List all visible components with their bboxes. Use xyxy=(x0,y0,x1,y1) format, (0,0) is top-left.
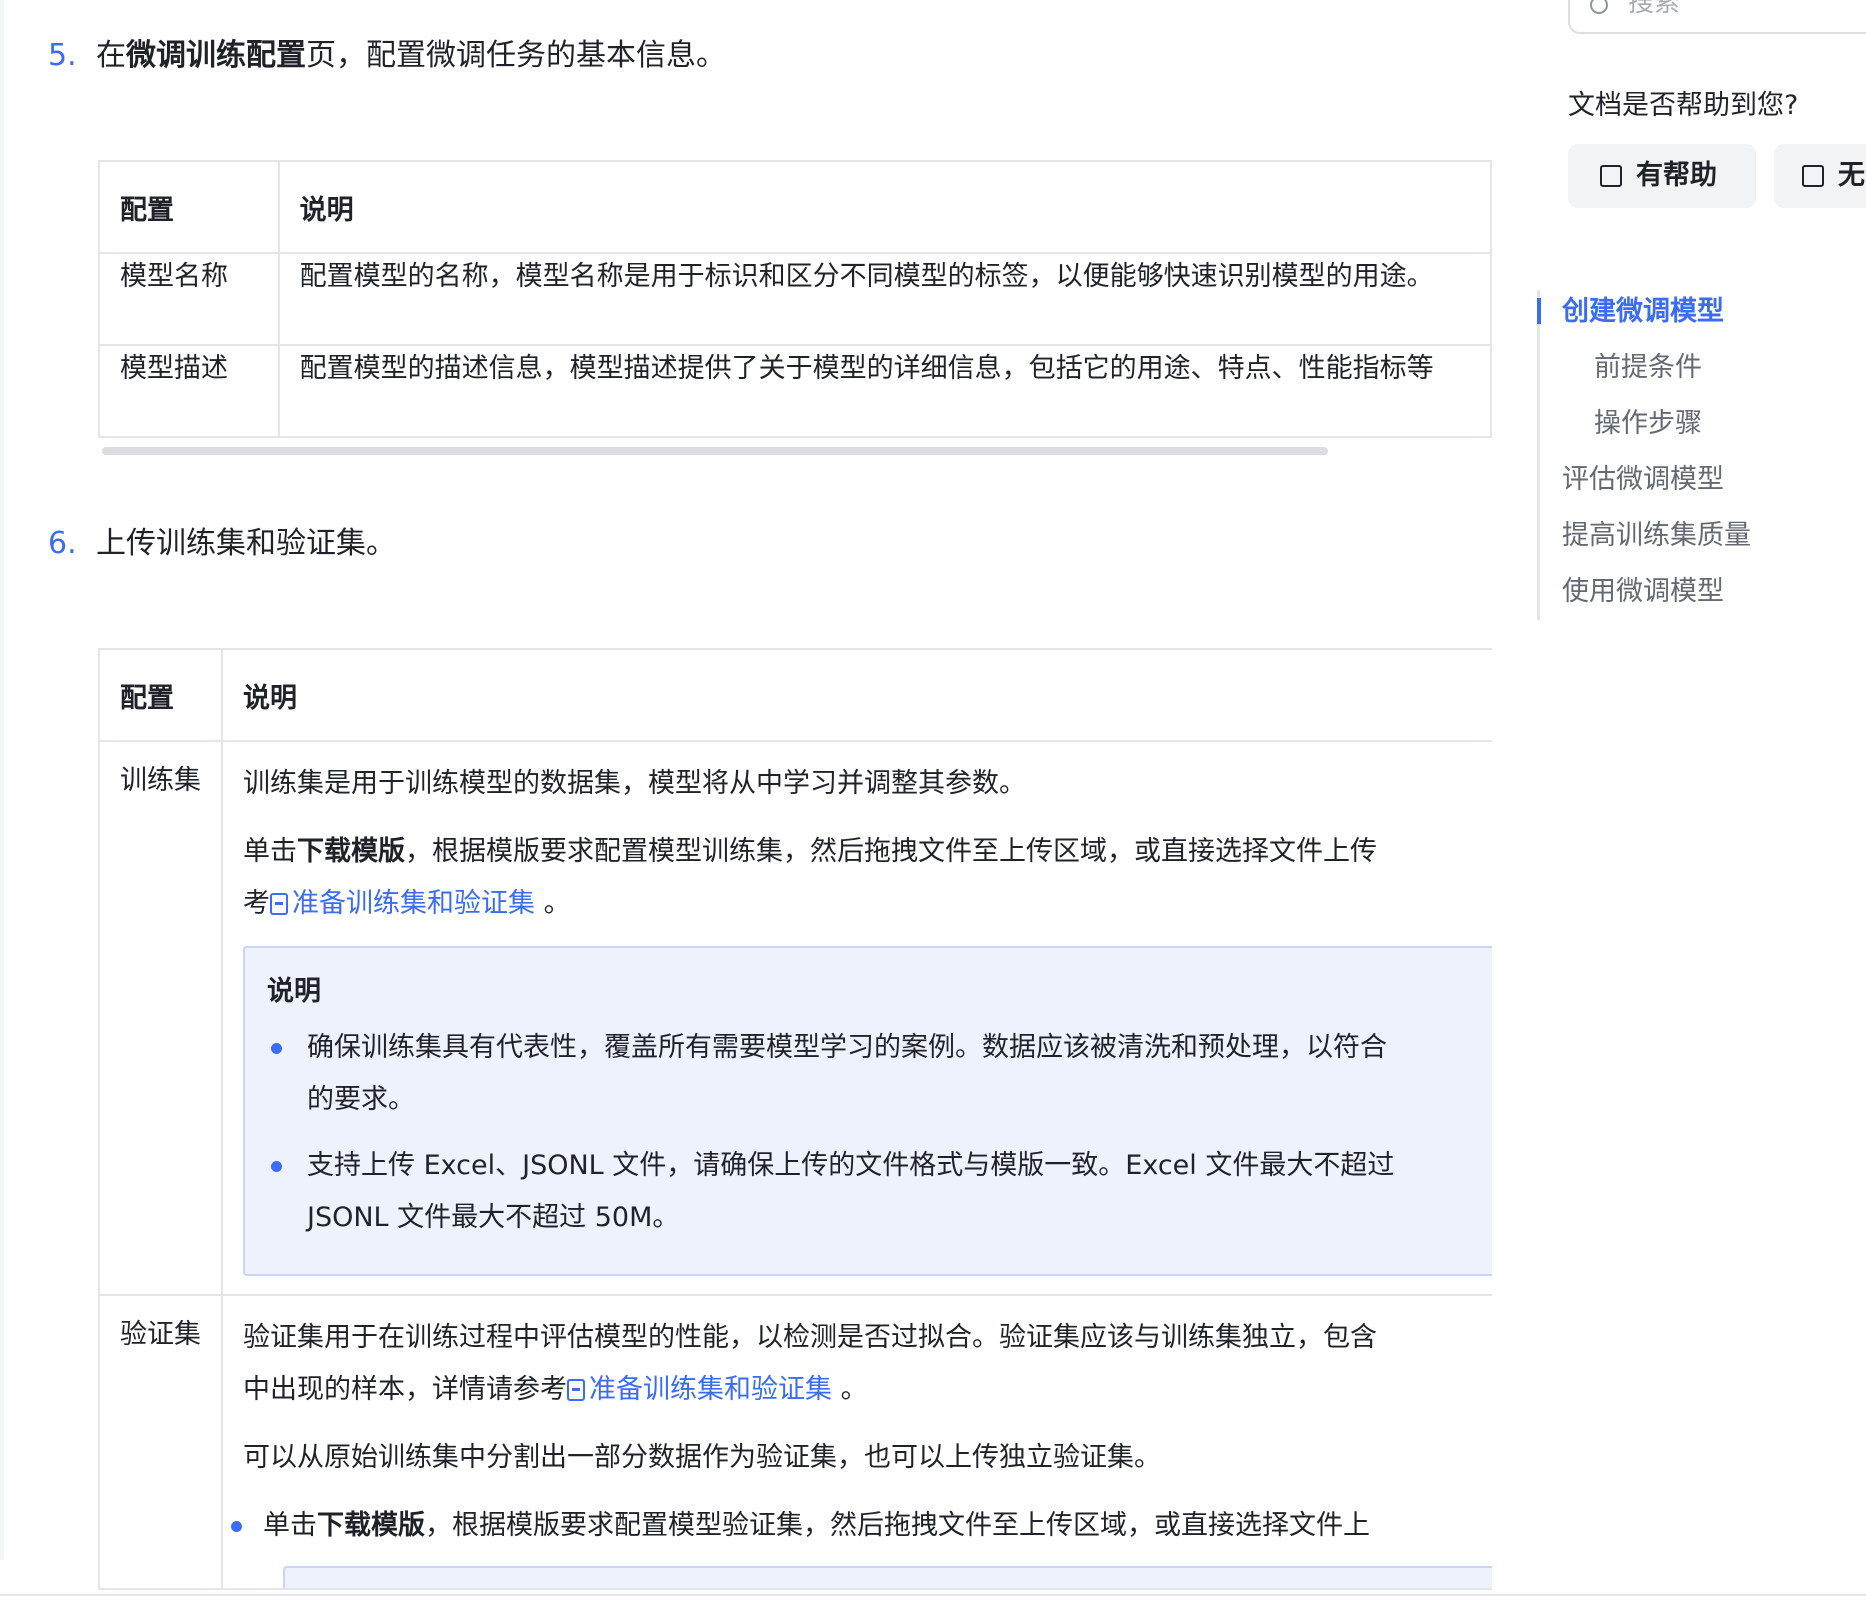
train-desc-2: 单击下载模版，根据模版要求配置模型训练集，然后拖拽文件至上传区域，或直接选择文件… xyxy=(243,836,1377,867)
table-horizontal-scrollbar[interactable] xyxy=(102,447,1328,455)
step-text: 上传训练集和验证集。 xyxy=(96,526,396,561)
toc-item-steps[interactable]: 操作步骤 xyxy=(1594,406,1702,442)
table-row: 模型描述 配置模型的描述信息，模型描述提供了关于模型的详细信息，包括它的用途、特… xyxy=(98,344,1492,438)
content-left-border xyxy=(0,0,4,1560)
step-number: 6. xyxy=(48,526,77,561)
table-header-row: 配置 说明 xyxy=(98,648,1492,742)
list-item: 支持上传 Excel、JSONL 文件，请确保上传的文件格式与模版一致。Exce… xyxy=(267,1140,1492,1244)
prepare-dataset-link[interactable]: 准备训练集和验证集 xyxy=(270,888,535,919)
step-6: 6. 上传训练集和验证集。 xyxy=(48,524,396,564)
dataset-config-table: 配置 说明 训练集 训练集是用于训练模型的数据集，模型将从中学习并调整其参数。 … xyxy=(98,648,1492,1590)
toc-item-use-model[interactable]: 使用微调模型 xyxy=(1562,574,1724,610)
search-placeholder: 搜索 xyxy=(1628,0,1681,18)
table-row-train: 训练集 训练集是用于训练模型的数据集，模型将从中学习并调整其参数。 单击下载模版… xyxy=(98,740,1492,1296)
doc-content: 5. 在微调训练配置页，配置微调任务的基本信息。 配置 说明 模型名称 配置模型的… xyxy=(0,0,1492,1595)
document-icon xyxy=(270,893,288,915)
table-row: 模型名称 配置模型的名称，模型名称是用于标识和区分不同模型的标签，以便能够快速识… xyxy=(98,252,1492,346)
config-desc: 验证集用于在训练过程中评估模型的性能，以检测是否过拟合。验证集应该与训练集独立，… xyxy=(221,1294,1492,1590)
val-desc-2: 可以从原始训练集中分割出一部分数据作为验证集，也可以上传独立验证集。 xyxy=(243,1442,1161,1473)
config-name: 训练集 xyxy=(98,740,223,1296)
note-title: 说明 xyxy=(267,976,321,1007)
header-config: 配置 xyxy=(98,160,280,254)
thumbs-up-icon xyxy=(1600,165,1622,187)
config-desc: 配置模型的名称，模型名称是用于标识和区分不同模型的标签，以便能够快速识别模型的用… xyxy=(277,252,1492,346)
bottom-divider xyxy=(0,1594,1866,1596)
val-desc-1: 验证集用于在训练过程中评估模型的性能，以检测是否过拟合。验证集应该与训练集独立，… xyxy=(243,1322,1377,1405)
unhelpful-button[interactable]: 无帮助 xyxy=(1774,144,1866,208)
list-item: 单击下载模版，根据模版要求配置模型验证集，然后拖拽文件至上传区域，或直接选择文件… xyxy=(224,1500,1492,1552)
document-icon xyxy=(567,1379,585,1401)
config-name: 模型名称 xyxy=(98,252,280,346)
config-name: 模型描述 xyxy=(98,344,280,438)
thumbs-down-icon xyxy=(1802,165,1824,187)
note-box: 说明 确保训练集具有代表性，覆盖所有需要模型学习的案例。数据应该被清洗和预处理，… xyxy=(243,946,1492,1276)
config-desc: 训练集是用于训练模型的数据集，模型将从中学习并调整其参数。 单击下载模版，根据模… xyxy=(221,740,1492,1296)
bullet-dot xyxy=(231,1521,242,1532)
prepare-dataset-link[interactable]: 准备训练集和验证集 xyxy=(567,1374,832,1405)
header-desc: 说明 xyxy=(277,160,1492,254)
table-header-row: 配置 说明 xyxy=(98,160,1492,254)
list-item: 确保训练集具有代表性，覆盖所有需要模型学习的案例。数据应该被清洗和预处理，以符合… xyxy=(267,1022,1492,1126)
search-icon xyxy=(1590,0,1608,14)
search-input[interactable]: 搜索 xyxy=(1568,0,1866,34)
config-name: 验证集 xyxy=(98,1294,223,1590)
toc-item-prerequisites[interactable]: 前提条件 xyxy=(1594,350,1702,386)
toc-item-create-model[interactable]: 创建微调模型 xyxy=(1562,294,1724,330)
bullet-dot xyxy=(271,1161,282,1172)
table-row-val: 验证集 验证集用于在训练过程中评估模型的性能，以检测是否过拟合。验证集应该与训练… xyxy=(98,1294,1492,1590)
step-number: 5. xyxy=(48,38,77,73)
toc-item-improve-quality[interactable]: 提高训练集质量 xyxy=(1562,518,1751,554)
step-text-prefix: 在 xyxy=(96,38,126,73)
step-5: 5. 在微调训练配置页，配置微调任务的基本信息。 xyxy=(48,36,726,76)
header-config: 配置 xyxy=(98,648,223,742)
toc-track xyxy=(1537,290,1540,620)
toc-item-evaluate-model[interactable]: 评估微调模型 xyxy=(1562,462,1724,498)
bullet-dot xyxy=(271,1043,282,1054)
model-config-table: 配置 说明 模型名称 配置模型的名称，模型名称是用于标识和区分不同模型的标签，以… xyxy=(98,160,1492,438)
config-desc: 配置模型的描述信息，模型描述提供了关于模型的详细信息，包括它的用途、特点、性能指… xyxy=(277,344,1492,438)
header-desc: 说明 xyxy=(221,648,1492,742)
train-desc-1: 训练集是用于训练模型的数据集，模型将从中学习并调整其参数。 xyxy=(243,768,1026,799)
note-list: 确保训练集具有代表性，覆盖所有需要模型学习的案例。数据应该被清洗和预处理，以符合… xyxy=(267,1022,1492,1244)
step-text-suffix: 页，配置微调任务的基本信息。 xyxy=(306,38,726,73)
toc-active-indicator xyxy=(1537,298,1541,324)
note-box-partial xyxy=(283,1566,1492,1587)
helpful-button[interactable]: 有帮助 xyxy=(1568,144,1756,208)
train-desc-3: 考准备训练集和验证集 。 xyxy=(243,888,571,919)
step-text-bold: 微调训练配置 xyxy=(126,38,306,73)
feedback-question: 文档是否帮助到您? xyxy=(1568,90,1799,121)
